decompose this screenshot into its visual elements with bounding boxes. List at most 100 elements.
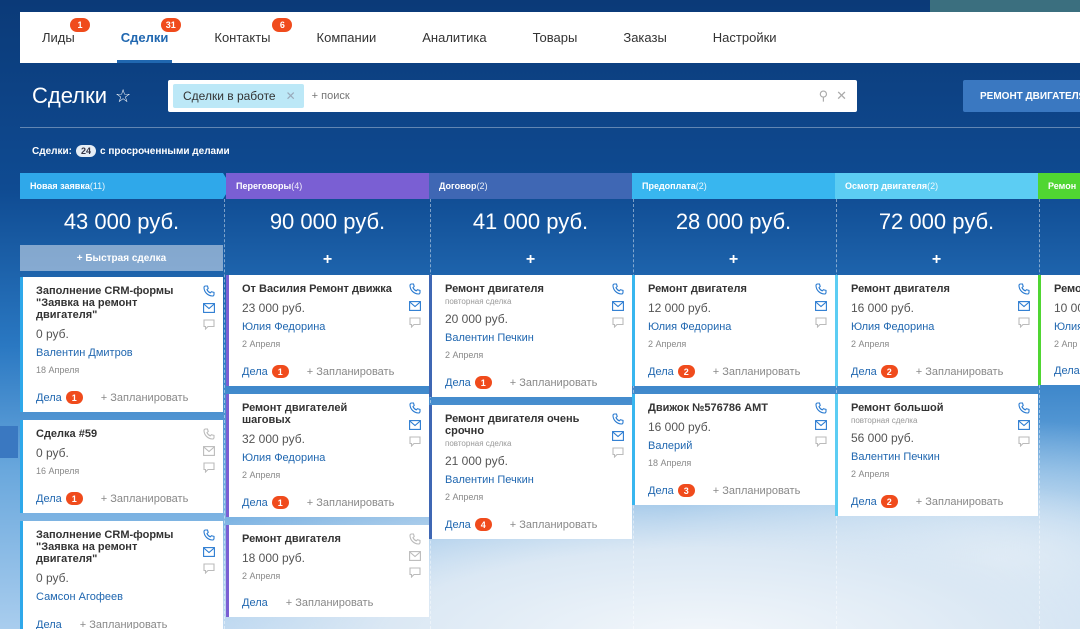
activities-link[interactable]: Дела 1 [36, 492, 83, 505]
mail-icon[interactable] [203, 547, 215, 557]
deal-contact[interactable]: Юлия Федорина [648, 321, 801, 333]
overdue-summary[interactable]: Сделки: 24 с просроченными делами [32, 145, 230, 157]
deal-contact[interactable]: Юлия Федорина [242, 452, 395, 464]
phone-icon[interactable] [409, 402, 421, 414]
filter-chip[interactable]: Сделки в работе ✕ [173, 84, 304, 108]
deal-card[interactable]: Ремонт двигателя 16 000 руб. Юлия Федорина… [835, 275, 1038, 386]
add-deal-button[interactable]: + [632, 245, 835, 275]
phone-icon[interactable] [815, 283, 827, 295]
mail-icon[interactable] [409, 420, 421, 430]
deal-title[interactable]: Ремо [1054, 283, 1080, 295]
deal-card[interactable]: Сделка #59 0 руб. 16 Апреля Дела 1 + Запланир… [20, 420, 223, 513]
deal-title[interactable]: Ремонт большой [851, 402, 1004, 414]
plan-activity-link[interactable]: + Запланировать [713, 485, 801, 497]
chat-icon[interactable] [815, 317, 827, 328]
mail-icon[interactable] [612, 431, 624, 441]
deal-title[interactable]: Сделка #59 [36, 428, 189, 440]
phone-icon[interactable] [612, 283, 624, 295]
column-header[interactable]: Ремон [1038, 173, 1080, 199]
deal-card[interactable]: Ремо 10 00 Юлия 2 Апр Дела+ Запланировать [1038, 275, 1080, 385]
side-tab[interactable] [0, 426, 18, 458]
deal-contact[interactable]: Юлия Федорина [851, 321, 1004, 333]
quick-deal-button[interactable]: + Быстрая сделка [20, 245, 223, 271]
deal-contact[interactable]: Юлия Федорина [242, 321, 395, 333]
deal-card[interactable]: Ремонт двигателя 12 000 руб. Юлия Федорина… [632, 275, 835, 386]
deal-title[interactable]: Движок №576786 AMT [648, 402, 801, 414]
plan-activity-link[interactable]: + Запланировать [101, 392, 189, 404]
plan-activity-link[interactable]: + Запланировать [916, 496, 1004, 508]
deal-title[interactable]: От Василия Ремонт движка [242, 283, 395, 295]
add-deal-button[interactable]: + [1038, 245, 1080, 275]
deal-card[interactable]: Ремонт двигателя очень срочно повторная с… [429, 405, 632, 539]
deal-title[interactable]: Ремонт двигателя [445, 283, 598, 295]
close-icon[interactable]: ✕ [286, 89, 296, 103]
phone-icon[interactable] [1018, 283, 1030, 295]
deal-card[interactable]: Ремонт двигателя повторная сделка 20 000 р… [429, 275, 632, 397]
chat-icon[interactable] [1018, 436, 1030, 447]
phone-icon[interactable] [203, 529, 215, 541]
chat-icon[interactable] [203, 563, 215, 574]
deal-title[interactable]: Ремонт двигателя [242, 533, 395, 545]
search-input[interactable] [311, 90, 762, 102]
phone-icon[interactable] [1018, 402, 1030, 414]
add-deal-button[interactable]: + [429, 245, 632, 275]
tab-analytics[interactable]: Аналитика [422, 12, 486, 63]
deal-card[interactable]: Ремонт двигателей шаговых 32 000 руб. Юлия… [226, 394, 429, 517]
activities-link[interactable]: Дела 2 [851, 495, 898, 508]
deal-contact[interactable]: Юлия [1054, 321, 1080, 333]
mail-icon[interactable] [203, 446, 215, 456]
activities-link[interactable]: Дела 1 [445, 376, 492, 389]
deal-title[interactable]: Заполнение CRM-формы "Заявка на ремонт д… [36, 285, 189, 321]
chat-icon[interactable] [409, 436, 421, 447]
column-header[interactable]: Предоплата (2) [632, 173, 843, 199]
activities-link[interactable]: Дела [1054, 365, 1080, 377]
mail-icon[interactable] [612, 301, 624, 311]
activities-link[interactable]: Дела 2 [648, 365, 695, 378]
repair-engine-button[interactable]: РЕМОНТ ДВИГАТЕЛЯ [963, 80, 1080, 112]
phone-icon[interactable] [815, 402, 827, 414]
chat-icon[interactable] [203, 462, 215, 473]
deal-card[interactable]: Ремонт большой повторная сделка 56 000 руб… [835, 394, 1038, 516]
activities-link[interactable]: Дела 2 [851, 365, 898, 378]
plan-activity-link[interactable]: + Запланировать [101, 493, 189, 505]
deal-contact[interactable]: Валентин Печкин [445, 474, 598, 486]
deal-contact[interactable]: Валентин Печкин [445, 332, 598, 344]
deal-contact[interactable]: Валентин Дмитров [36, 347, 189, 359]
activities-link[interactable]: Дела 1 [242, 496, 289, 509]
star-icon[interactable]: ☆ [115, 86, 131, 107]
tab-contacts[interactable]: Контакты 6 [214, 12, 293, 63]
tab-deals[interactable]: Сделки 31 [116, 12, 181, 63]
deal-title[interactable]: Ремонт двигателя [648, 283, 801, 295]
deal-card[interactable]: От Василия Ремонт движка 23 000 руб. Юлия … [226, 275, 429, 386]
mail-icon[interactable] [203, 303, 215, 313]
activities-link[interactable]: Дела 3 [648, 484, 695, 497]
deal-contact[interactable]: Валентин Печкин [851, 451, 1004, 463]
deal-card[interactable]: Заполнение CRM-формы "Заявка на ремонт д… [20, 277, 223, 412]
clear-icon[interactable]: ✕ [836, 88, 847, 104]
add-deal-button[interactable]: + [226, 245, 429, 275]
column-header[interactable]: Переговоры (4) [226, 173, 437, 199]
column-header[interactable]: Новая заявка (11) [20, 173, 231, 199]
plan-activity-link[interactable]: + Запланировать [80, 619, 168, 629]
plan-activity-link[interactable]: + Запланировать [916, 366, 1004, 378]
phone-icon[interactable] [612, 413, 624, 425]
mail-icon[interactable] [409, 301, 421, 311]
add-deal-button[interactable]: + [835, 245, 1038, 275]
plan-activity-link[interactable]: + Запланировать [307, 497, 395, 509]
activities-link[interactable]: Дела 1 [242, 365, 289, 378]
phone-icon[interactable] [203, 285, 215, 297]
chat-icon[interactable] [1018, 317, 1030, 328]
chat-icon[interactable] [409, 567, 421, 578]
chat-icon[interactable] [612, 447, 624, 458]
activities-link[interactable]: Дела 1 [36, 391, 83, 404]
column-header[interactable]: Осмотр двигателя (2) [835, 173, 1046, 199]
plan-activity-link[interactable]: + Запланировать [307, 366, 395, 378]
phone-icon[interactable] [409, 533, 421, 545]
search-icon[interactable]: ⚲ [819, 88, 829, 104]
deal-contact[interactable]: Самсон Агофеев [36, 591, 189, 603]
mail-icon[interactable] [409, 551, 421, 561]
mail-icon[interactable] [815, 301, 827, 311]
deal-card[interactable]: Заполнение CRM-формы "Заявка на ремонт д… [20, 521, 223, 629]
activities-link[interactable]: Дела 4 [445, 518, 492, 531]
deal-title[interactable]: Заполнение CRM-формы "Заявка на ремонт д… [36, 529, 189, 565]
